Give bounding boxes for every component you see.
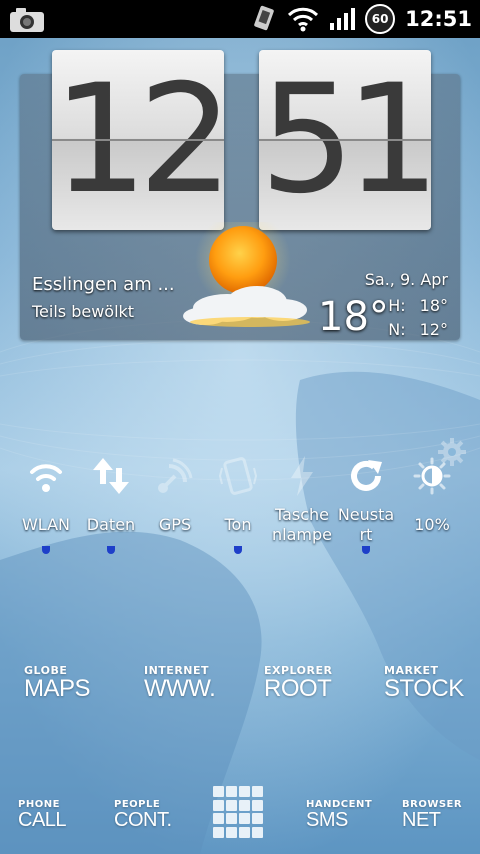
signal-icon	[330, 8, 356, 30]
wifi-icon	[288, 7, 319, 32]
status-time: 12:51	[405, 7, 472, 31]
toggle-indicator	[107, 546, 115, 554]
settings-gear-icon[interactable]	[436, 436, 468, 468]
shortcut-maps[interactable]: GLOBE MAPS	[24, 664, 91, 702]
toggle-label: WLAN	[21, 515, 70, 534]
toggle-label: Daten	[86, 515, 136, 534]
toggle-label: Tasche nlampe	[272, 505, 332, 544]
dock-sms[interactable]: HANDCENT SMS	[306, 799, 372, 830]
restart-icon	[351, 460, 382, 491]
weather-condition: Teils bewölkt	[32, 302, 135, 321]
weather-temperature: 18°	[318, 294, 389, 340]
wifi-icon	[30, 464, 62, 492]
camera-icon	[10, 8, 44, 32]
toggle-label: 10%	[414, 515, 450, 534]
toggle-indicator	[428, 546, 436, 554]
clock-hour[interactable]: 12	[52, 50, 224, 230]
clock-minute[interactable]: 51	[259, 50, 431, 230]
toggle-indicator	[362, 546, 370, 554]
shortcut-stock[interactable]: MARKET STOCK	[384, 664, 464, 701]
battery-icon: 60	[365, 4, 396, 34]
shortcut-label: ROOT	[264, 675, 332, 702]
dock-label: CALL	[18, 809, 67, 831]
toggle-indicator	[234, 546, 242, 554]
weather-location: Esslingen am ...	[32, 274, 175, 295]
toggle-label: Neusta rt	[337, 505, 395, 544]
weather-high-low: H: 18° N: 12°	[388, 294, 448, 342]
shortcut-label: STOCK	[384, 675, 464, 702]
partly-cloudy-sun-icon	[183, 222, 310, 327]
vibrate-icon	[218, 457, 258, 495]
dock-browser[interactable]: BROWSER NET	[402, 799, 462, 830]
status-bar: 60 12:51	[0, 0, 480, 38]
low-label: N:	[388, 320, 406, 339]
shortcut-label: MAPS	[24, 675, 91, 702]
shortcut-www[interactable]: INTERNET WWW.	[144, 664, 216, 702]
toggle-gps[interactable]: GPS	[139, 448, 211, 554]
dock-label: NET	[402, 809, 441, 831]
shortcut-label: WWW.	[144, 675, 216, 702]
dock-label: CONT.	[114, 809, 172, 831]
dock-call[interactable]: PHONE CALL	[18, 799, 67, 831]
toggle-label: Ton	[224, 515, 252, 534]
toggle-sound[interactable]: Ton	[202, 448, 274, 554]
clock-weather-widget[interactable]: 12 51 Esslingen am ... Teils bewölkt Sa.…	[20, 42, 460, 340]
toggle-indicator	[42, 546, 50, 554]
weather-date: Sa., 9. Apr	[364, 270, 448, 289]
shortcut-root[interactable]: EXPLORER ROOT	[264, 664, 332, 701]
toggle-indicator	[171, 546, 179, 554]
low-value: 12°	[419, 320, 448, 339]
toggle-indicator	[298, 546, 306, 554]
toggle-label: GPS	[158, 515, 192, 534]
toggle-data[interactable]: Daten	[75, 448, 147, 554]
gps-icon	[158, 458, 193, 493]
high-label: H:	[388, 296, 406, 315]
flip-hinge	[52, 139, 224, 141]
high-value: 18°	[419, 296, 448, 315]
toggle-flashlight[interactable]: Tasche nlampe	[266, 448, 338, 554]
app-drawer-icon[interactable]	[213, 786, 265, 838]
dock-label: SMS	[306, 809, 348, 831]
flip-hinge	[259, 139, 431, 141]
dock-contacts[interactable]: PEOPLE CONT.	[114, 799, 172, 830]
sync-icon	[254, 5, 274, 31]
toggle-wlan[interactable]: WLAN	[10, 448, 82, 554]
flash-icon	[291, 456, 313, 496]
toggle-restart[interactable]: Neusta rt	[330, 448, 402, 554]
data-transfer-icon	[93, 458, 129, 494]
